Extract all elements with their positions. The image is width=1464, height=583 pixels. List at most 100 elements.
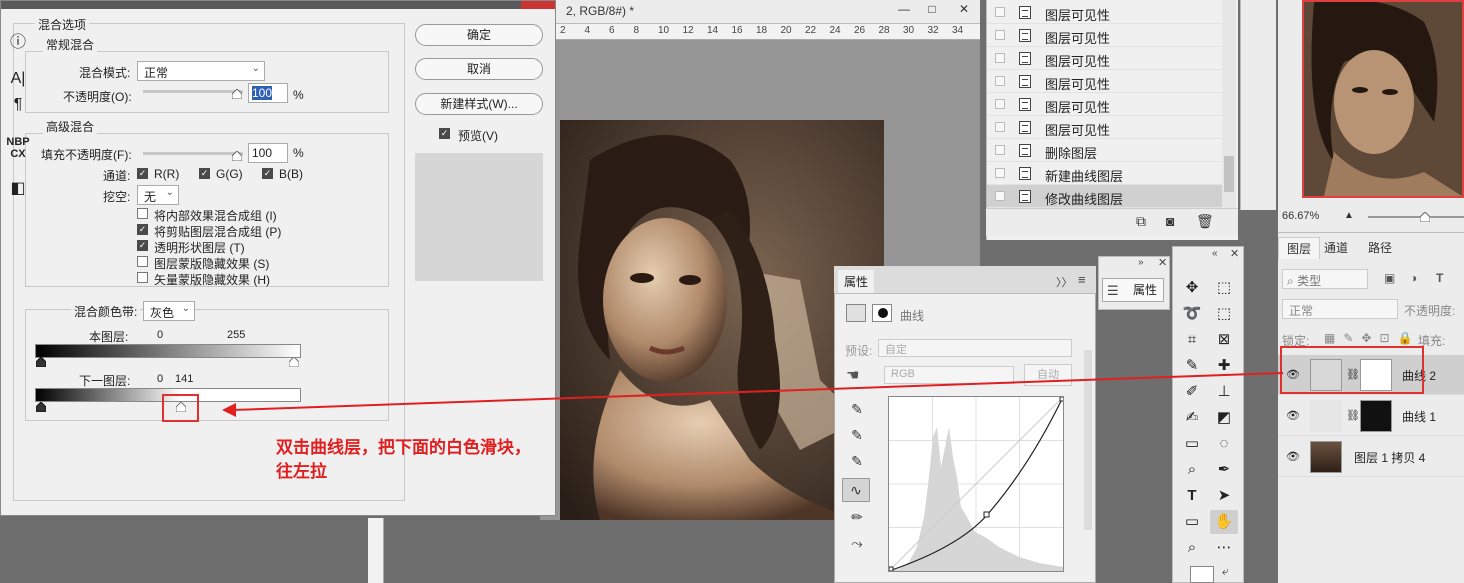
- stamp-tool-icon[interactable]: ⊥: [1210, 380, 1238, 404]
- ok-button[interactable]: 确定: [415, 24, 543, 46]
- cancel-button[interactable]: 取消: [415, 58, 543, 80]
- curve-point-tool-icon[interactable]: ∿: [842, 478, 870, 502]
- zoom-slider-track[interactable]: [1368, 216, 1464, 218]
- chain-link-icon[interactable]: ⛓: [1346, 409, 1360, 422]
- visibility-eye-icon[interactable]: 👁: [1286, 450, 1300, 463]
- new-document-from-state-icon[interactable]: ⧉: [1136, 213, 1146, 230]
- history-row[interactable]: 修改曲线图层: [987, 185, 1223, 208]
- channel-g-checkbox[interactable]: ✓: [199, 168, 210, 179]
- layer-row-layer1-copy4[interactable]: 👁 图层 1 拷贝 4: [1278, 437, 1464, 477]
- maximize-button[interactable]: □: [918, 0, 946, 18]
- history-brush-tool-icon[interactable]: ✍: [1178, 406, 1206, 430]
- zoom-out-icon[interactable]: ▲: [1344, 210, 1354, 221]
- type-tool-icon[interactable]: T: [1178, 484, 1206, 508]
- character-icon[interactable]: A|: [0, 70, 36, 88]
- layer-mask-thumb[interactable]: [1360, 400, 1392, 432]
- fill-opacity-slider-track[interactable]: [143, 152, 243, 155]
- blend-if-select[interactable]: 灰色 ⌄: [143, 301, 195, 321]
- pen-tool-icon[interactable]: ✒: [1210, 458, 1238, 482]
- brush-tool-icon[interactable]: ✐: [1178, 380, 1206, 404]
- tab-channels[interactable]: 通道: [1316, 237, 1356, 258]
- history-snapshot-checkbox[interactable]: [995, 76, 1005, 86]
- close-button[interactable]: ✕: [950, 0, 978, 18]
- preset-select[interactable]: 自定: [878, 339, 1072, 357]
- filter-type-icon[interactable]: T: [1436, 271, 1443, 285]
- snapshot-camera-icon[interactable]: ◙: [1166, 213, 1174, 229]
- tab-layers[interactable]: 图层: [1278, 237, 1321, 259]
- history-snapshot-checkbox[interactable]: [995, 168, 1005, 178]
- history-row[interactable]: 删除图层: [987, 139, 1223, 162]
- hand-tool-icon[interactable]: ✋: [1210, 510, 1238, 534]
- eyedropper-tool-icon[interactable]: ✎: [1178, 354, 1206, 378]
- zoom-level[interactable]: 66.67%: [1282, 210, 1319, 222]
- filter-image-icon[interactable]: ▣: [1384, 271, 1395, 285]
- history-row[interactable]: 图层可见性: [987, 70, 1223, 93]
- layer-blend-mode-select[interactable]: 正常: [1282, 299, 1398, 319]
- minimize-button[interactable]: —: [890, 0, 918, 18]
- mask-icon[interactable]: [872, 304, 892, 322]
- healing-tool-icon[interactable]: ✚: [1210, 354, 1238, 378]
- history-snapshot-checkbox[interactable]: [995, 122, 1005, 132]
- history-row[interactable]: 图层可见性: [987, 47, 1223, 70]
- visibility-eye-icon[interactable]: 👁: [1286, 409, 1300, 422]
- frame-tool-icon[interactable]: ⊠: [1210, 328, 1238, 352]
- history-scroll-thumb[interactable]: [1224, 156, 1234, 192]
- option-checkbox-0[interactable]: [137, 208, 148, 219]
- quick-select-tool-icon[interactable]: ⬚: [1210, 302, 1238, 326]
- history-row[interactable]: 图层可见性: [987, 116, 1223, 139]
- history-row[interactable]: 图层可见性: [987, 1, 1223, 24]
- layer-filter-select[interactable]: ⌕ 类型: [1282, 269, 1368, 289]
- history-scrollbar[interactable]: [1222, 0, 1236, 208]
- document-tab-title[interactable]: 2, RGB/8#) *: [566, 4, 634, 18]
- option-checkbox-2[interactable]: ✓: [137, 240, 148, 251]
- layer-row-curves-1[interactable]: 👁 ⛓ 曲线 1: [1278, 396, 1464, 436]
- history-snapshot-checkbox[interactable]: [995, 53, 1005, 63]
- knockout-select[interactable]: 无 ⌄: [137, 185, 179, 205]
- eyedropper-black-icon[interactable]: ✎: [844, 398, 870, 420]
- history-snapshot-checkbox[interactable]: [995, 30, 1005, 40]
- eyedropper-gray-icon[interactable]: ✎: [844, 424, 870, 446]
- tools-close-icon[interactable]: ✕: [1230, 247, 1239, 260]
- auto-button[interactable]: 自动: [1024, 364, 1072, 386]
- properties-tab[interactable]: 属性: [838, 270, 875, 293]
- smooth-icon[interactable]: ⤳: [844, 532, 870, 554]
- properties-scrollbar[interactable]: [1084, 350, 1092, 530]
- move-tool-icon[interactable]: ✥: [1178, 276, 1206, 300]
- paragraph-icon[interactable]: ¶: [0, 96, 36, 114]
- zoom-slider-thumb[interactable]: [1420, 212, 1430, 222]
- dialog-close-button[interactable]: [521, 1, 555, 9]
- opacity-input[interactable]: 100: [248, 83, 288, 103]
- curves-adjust-icon[interactable]: [846, 304, 866, 322]
- fill-opacity-input[interactable]: 100: [248, 143, 288, 163]
- history-snapshot-checkbox[interactable]: [995, 99, 1005, 109]
- info-icon[interactable]: ⓘ: [0, 28, 36, 52]
- on-image-adjust-icon[interactable]: ☚: [846, 366, 859, 384]
- blend-mode-select[interactable]: 正常 ⌄: [137, 61, 265, 81]
- history-row[interactable]: 图层可见性: [987, 93, 1223, 116]
- history-snapshot-checkbox[interactable]: [995, 191, 1005, 201]
- eraser-tool-icon[interactable]: ◩: [1210, 406, 1238, 430]
- marquee-tool-icon[interactable]: ⬚: [1210, 276, 1238, 300]
- pencil-icon[interactable]: ✏: [844, 506, 870, 528]
- gradient-tool-icon[interactable]: ▭: [1178, 432, 1206, 456]
- panel-menu-icon[interactable]: ≡: [1078, 272, 1086, 287]
- channel-b-checkbox[interactable]: ✓: [262, 168, 273, 179]
- background-color-swatch[interactable]: [1190, 566, 1214, 583]
- preview-checkbox[interactable]: ✓: [439, 128, 450, 139]
- opacity-slider-thumb[interactable]: [232, 89, 242, 99]
- navigator-preview[interactable]: [1302, 0, 1464, 198]
- option-checkbox-1[interactable]: ✓: [137, 224, 148, 235]
- curve-graph[interactable]: [888, 396, 1065, 572]
- opacity-slider-track[interactable]: [143, 90, 243, 93]
- this-layer-white-slider[interactable]: [289, 357, 299, 367]
- swap-colors-icon[interactable]: ⤶: [1222, 564, 1229, 579]
- expand-icon[interactable]: »: [1138, 257, 1144, 268]
- eyedropper-white-icon[interactable]: ✎: [844, 450, 870, 472]
- this-layer-black-slider[interactable]: [36, 357, 46, 367]
- tools-collapse-icon[interactable]: «: [1212, 248, 1218, 259]
- fill-opacity-slider-thumb[interactable]: [232, 151, 242, 161]
- channel-select[interactable]: RGB: [884, 366, 1014, 384]
- collapse-icon[interactable]: 〉〉: [1056, 274, 1073, 290]
- underlying-layer-black-slider[interactable]: [36, 402, 46, 412]
- lasso-tool-icon[interactable]: ➰: [1178, 302, 1206, 326]
